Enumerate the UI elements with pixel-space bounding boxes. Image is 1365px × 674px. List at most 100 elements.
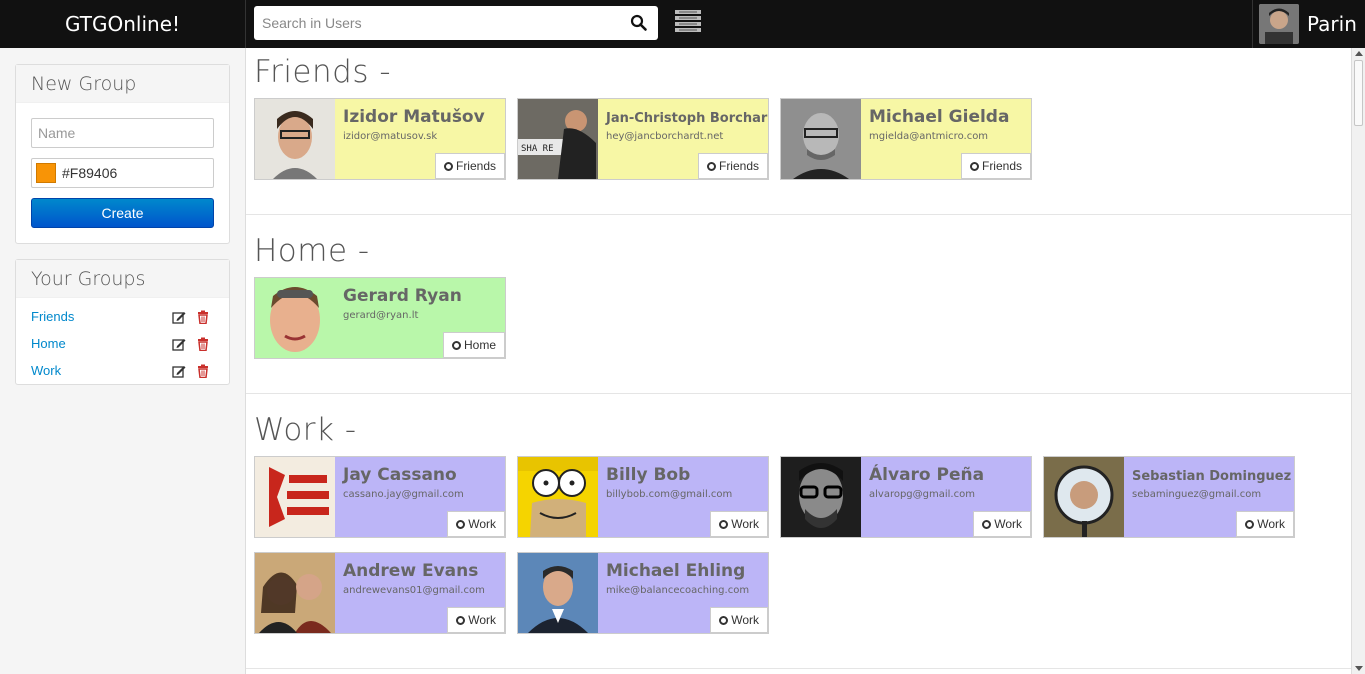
color-swatch[interactable]	[36, 163, 56, 183]
contact-name: Álvaro Peña	[869, 465, 985, 485]
contact-name: Jay Cassano	[343, 465, 457, 485]
edit-icon[interactable]	[172, 337, 186, 351]
group-row-friends: Friends	[31, 307, 216, 329]
circle-icon	[982, 520, 992, 529]
contact-photo	[781, 99, 861, 179]
group-toggle-button[interactable]: Work	[1236, 511, 1294, 537]
contact-card[interactable]: Jay Cassano cassano.jay@gmail.com Work	[254, 456, 506, 538]
contact-name: Gerard Ryan	[343, 286, 462, 306]
group-toggle-label: Friends	[718, 159, 759, 173]
contact-photo	[255, 553, 335, 633]
user-menu[interactable]: Parin	[1252, 0, 1365, 48]
group-toggle-button[interactable]: Work	[447, 607, 505, 633]
search-input[interactable]	[254, 6, 624, 40]
menu-icon[interactable]	[675, 10, 701, 32]
contact-card[interactable]: Sebastian Dominguez sebaminguez@gmail.co…	[1043, 456, 1295, 538]
contact-name: Billy Bob	[606, 465, 691, 485]
your-groups-panel: Your Groups Friends Home Work	[15, 259, 230, 385]
user-name: Parin	[1307, 12, 1357, 36]
contact-email: alvaropg@gmail.com	[869, 489, 975, 500]
scrollbar-thumb[interactable]	[1354, 60, 1363, 126]
contact-card[interactable]: Izidor Matušov izidor@matusov.sk Friends	[254, 98, 506, 180]
contact-email: billybob.com@gmail.com	[606, 489, 733, 500]
group-link-work[interactable]: Work	[31, 363, 61, 378]
group-toggle-label: Home	[463, 338, 496, 352]
contact-email: cassano.jay@gmail.com	[343, 489, 464, 500]
group-toggle-button[interactable]: Friends	[434, 153, 505, 179]
contact-card[interactable]: SHA RE Jan-Christoph Borchar hey@jancbor…	[517, 98, 769, 180]
section-divider	[246, 214, 1351, 215]
group-row-work: Work	[31, 361, 216, 383]
contact-card[interactable]: Andrew Evans andrewevans01@gmail.com Wor…	[254, 552, 506, 634]
app-brand[interactable]: GTGOnline!	[0, 0, 246, 48]
group-link-friends[interactable]: Friends	[31, 309, 74, 324]
group-toggle-button[interactable]: Friends	[697, 153, 768, 179]
contact-photo	[255, 457, 335, 537]
group-toggle-label: Work	[731, 613, 759, 627]
circle-icon	[719, 616, 729, 625]
search-box	[254, 6, 658, 40]
contact-photo	[255, 99, 335, 179]
group-toggle-button[interactable]: Work	[710, 607, 768, 633]
circle-icon	[451, 341, 461, 350]
edit-icon[interactable]	[172, 310, 186, 324]
section-divider	[246, 393, 1351, 394]
contacts-main: Friends - Izidor Matušov izidor@matusov.…	[246, 48, 1351, 674]
group-toggle-label: Friends	[981, 159, 1022, 173]
contact-photo	[518, 457, 598, 537]
svg-text:SHA RE: SHA RE	[521, 144, 554, 154]
group-link-home[interactable]: Home	[31, 336, 66, 351]
contact-card[interactable]: Álvaro Peña alvaropg@gmail.com Work	[780, 456, 1032, 538]
contact-name: Jan-Christoph Borchar	[606, 111, 768, 126]
contact-name: Michael Gielda	[869, 107, 1010, 127]
section-title-home: Home -	[254, 233, 370, 269]
trash-icon[interactable]	[196, 337, 210, 351]
contact-email: gerard@ryan.lt	[343, 310, 419, 321]
color-value: #F89406	[62, 165, 118, 181]
contact-photo	[518, 553, 598, 633]
contact-photo	[1044, 457, 1124, 537]
circle-icon	[969, 162, 979, 171]
new-group-panel: New Group #F89406 Create	[15, 64, 230, 244]
group-color-field[interactable]: #F89406	[31, 158, 214, 188]
contact-card[interactable]: Michael Gielda mgielda@antmicro.com Frie…	[780, 98, 1032, 180]
your-groups-title: Your Groups	[16, 260, 229, 298]
contact-card[interactable]: Gerard Ryan gerard@ryan.lt Home	[254, 277, 506, 359]
group-toggle-label: Work	[731, 517, 759, 531]
contact-email: sebaminguez@gmail.com	[1132, 489, 1262, 500]
circle-icon	[706, 162, 716, 171]
vertical-scrollbar[interactable]	[1351, 48, 1365, 674]
group-toggle-label: Work	[994, 517, 1022, 531]
contact-card[interactable]: Michael Ehling mike@balancecoaching.com …	[517, 552, 769, 634]
contact-card[interactable]: Billy Bob billybob.com@gmail.com Work	[517, 456, 769, 538]
contact-name: Michael Ehling	[606, 561, 746, 581]
new-group-title: New Group	[16, 65, 229, 103]
contact-name: Andrew Evans	[343, 561, 479, 581]
search-icon[interactable]	[630, 14, 648, 32]
section-divider	[246, 668, 1351, 669]
trash-icon[interactable]	[196, 310, 210, 324]
contact-email: hey@jancborchardt.net	[606, 131, 724, 142]
edit-icon[interactable]	[172, 364, 186, 378]
group-toggle-button[interactable]: Friends	[960, 153, 1031, 179]
scroll-down-arrow-icon[interactable]	[1355, 666, 1363, 671]
create-button[interactable]: Create	[31, 198, 214, 228]
contact-photo	[255, 278, 335, 358]
circle-icon	[456, 520, 466, 529]
user-avatar	[1259, 4, 1299, 44]
group-toggle-button[interactable]: Work	[973, 511, 1031, 537]
sidebar: New Group #F89406 Create Your Groups Fri…	[0, 48, 246, 674]
group-toggle-label: Friends	[455, 159, 496, 173]
circle-icon	[1245, 520, 1255, 529]
group-name-input[interactable]	[31, 118, 214, 148]
contact-photo: SHA RE	[518, 99, 598, 179]
trash-icon[interactable]	[196, 364, 210, 378]
group-toggle-button[interactable]: Home	[442, 332, 505, 358]
contact-email: mgielda@antmicro.com	[869, 131, 989, 142]
section-title-friends: Friends -	[254, 54, 392, 90]
group-toggle-label: Work	[468, 613, 496, 627]
contact-photo	[781, 457, 861, 537]
scroll-up-arrow-icon[interactable]	[1355, 51, 1363, 56]
group-toggle-button[interactable]: Work	[710, 511, 768, 537]
group-toggle-button[interactable]: Work	[447, 511, 505, 537]
